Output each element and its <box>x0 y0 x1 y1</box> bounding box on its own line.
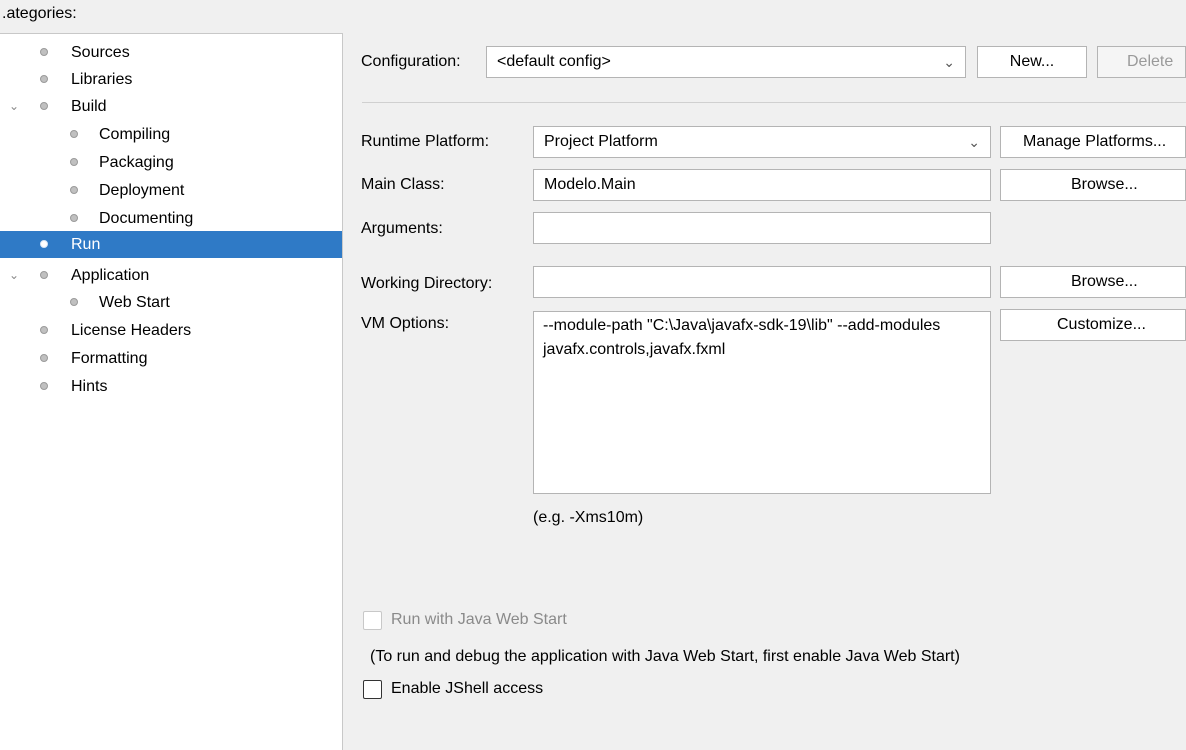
chevron-down-icon: ⌄ <box>968 134 980 150</box>
tree-item-label: License Headers <box>71 322 192 339</box>
runtime-platform-label: Runtime Platform: <box>361 133 490 150</box>
chevron-down-icon[interactable]: ⌄ <box>9 262 21 289</box>
vm-options-textarea[interactable] <box>533 311 991 494</box>
working-directory-input[interactable] <box>533 266 991 298</box>
bullet-icon <box>40 354 48 362</box>
tree-item-label: Formatting <box>71 350 148 367</box>
working-directory-browse-button[interactable]: Browse... <box>1000 266 1186 298</box>
tree-item-label: Web Start <box>99 294 170 311</box>
bullet-icon <box>40 75 48 83</box>
configuration-value: <default config> <box>497 53 611 70</box>
tree-item-libraries[interactable]: Libraries <box>0 66 342 93</box>
bullet-icon <box>40 48 48 56</box>
tree-item-label: Compiling <box>99 126 171 143</box>
tree-item-label: Hints <box>71 378 108 395</box>
main-class-browse-button[interactable]: Browse... <box>1000 169 1186 201</box>
categories-tree[interactable]: Sources Libraries ⌄ Build Compiling Pack… <box>0 33 343 750</box>
main-class-label: Main Class: <box>361 176 445 193</box>
web-start-label: Run with Java Web Start <box>391 611 567 628</box>
bullet-icon <box>70 130 78 138</box>
bullet-icon <box>40 382 48 390</box>
tree-item-sources[interactable]: Sources <box>0 39 342 66</box>
tree-item-application[interactable]: ⌄ Application <box>0 262 342 289</box>
tree-item-label: Application <box>71 267 150 284</box>
tree-item-label: Libraries <box>71 71 133 88</box>
bullet-icon <box>70 158 78 166</box>
bullet-icon <box>40 271 48 279</box>
configuration-label: Configuration: <box>361 53 461 70</box>
tree-item-license-headers[interactable]: License Headers <box>0 317 342 344</box>
arguments-label: Arguments: <box>361 220 443 237</box>
tree-item-packaging[interactable]: Packaging <box>0 149 342 176</box>
tree-item-deployment[interactable]: Deployment <box>0 177 342 204</box>
tree-item-documenting[interactable]: Documenting <box>0 205 342 232</box>
tree-item-hints[interactable]: Hints <box>0 373 342 400</box>
bullet-icon <box>40 240 48 248</box>
tree-item-label: Documenting <box>99 210 194 227</box>
bullet-icon <box>70 298 78 306</box>
bullet-icon <box>70 186 78 194</box>
tree-item-run[interactable]: Run <box>0 231 342 258</box>
tree-item-web-start[interactable]: Web Start <box>0 289 342 316</box>
main-class-input[interactable]: Modelo.Main <box>533 169 991 201</box>
manage-platforms-button[interactable]: Manage Platforms... <box>1000 126 1186 158</box>
tree-item-label: Run <box>71 236 101 253</box>
separator <box>362 102 1186 103</box>
tree-item-build[interactable]: ⌄ Build <box>0 93 342 120</box>
tree-item-compiling[interactable]: Compiling <box>0 121 342 148</box>
bullet-icon <box>40 102 48 110</box>
tree-item-label: Packaging <box>99 154 174 171</box>
vm-options-label: VM Options: <box>361 315 450 332</box>
jshell-label: Enable JShell access <box>391 680 544 697</box>
arguments-input[interactable] <box>533 212 991 244</box>
jshell-checkbox[interactable] <box>363 680 382 699</box>
runtime-platform-value: Project Platform <box>544 133 658 150</box>
bullet-icon <box>40 326 48 334</box>
chevron-down-icon: ⌄ <box>943 54 955 70</box>
new-config-button[interactable]: New... <box>977 46 1087 78</box>
web-start-checkbox[interactable] <box>363 611 382 630</box>
vm-options-hint: (e.g. -Xms10m) <box>533 509 644 526</box>
web-start-note: (To run and debug the application with J… <box>370 648 960 665</box>
tree-item-label: Deployment <box>99 182 185 199</box>
configuration-select[interactable]: <default config> ⌄ <box>486 46 966 78</box>
customize-button[interactable]: Customize... <box>1000 309 1186 341</box>
chevron-down-icon[interactable]: ⌄ <box>9 93 21 120</box>
tree-item-label: Sources <box>71 44 130 61</box>
tree-item-formatting[interactable]: Formatting <box>0 345 342 372</box>
categories-label: .ategories: <box>2 5 77 22</box>
working-directory-label: Working Directory: <box>361 275 493 292</box>
runtime-platform-select[interactable]: Project Platform ⌄ <box>533 126 991 158</box>
bullet-icon <box>70 214 78 222</box>
delete-config-button[interactable]: Delete <box>1097 46 1186 78</box>
tree-item-label: Build <box>71 98 107 115</box>
